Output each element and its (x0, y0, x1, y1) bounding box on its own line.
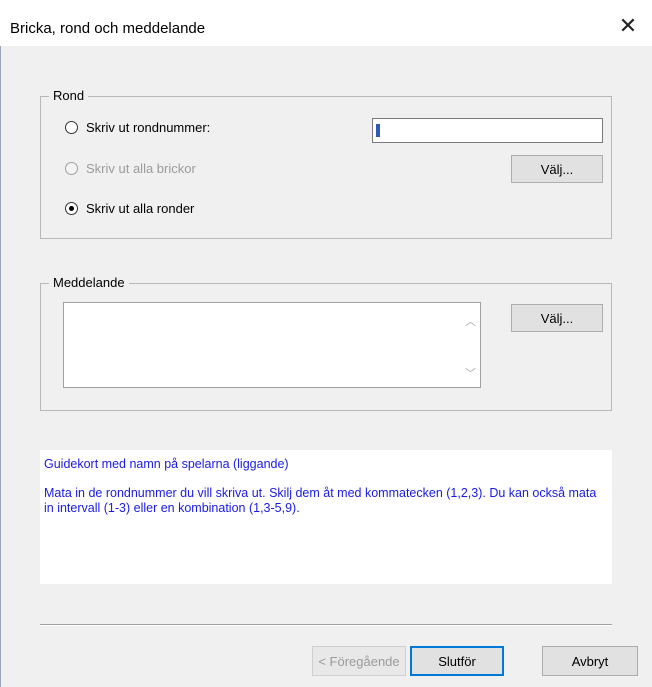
footer-separator-highlight (40, 625, 612, 626)
scroll-down-icon[interactable]: ﹀ (465, 365, 476, 381)
radio-button[interactable] (65, 121, 78, 134)
rond-choose-button[interactable]: Välj... (511, 155, 603, 183)
info-description: Mata in de rondnummer du vill skriva ut.… (44, 486, 597, 515)
info-heading: Guidekort med namn på spelarna (liggande… (44, 457, 289, 471)
meddelande-choose-button[interactable]: Välj... (511, 304, 603, 332)
radio-label: Skriv ut alla brickor (86, 161, 196, 176)
close-icon[interactable]: ✕ (610, 10, 646, 42)
info-panel: Guidekort med namn på spelarna (liggande… (40, 450, 612, 584)
meddelande-group-legend: Meddelande (49, 275, 129, 290)
radio-button[interactable] (65, 202, 78, 215)
radio-skriv-ut-alla-ronder[interactable]: Skriv ut alla ronder (65, 201, 194, 216)
text-caret (376, 124, 380, 137)
rond-group: Rond Skriv ut rondnummer: Skriv ut alla … (40, 88, 612, 239)
radio-button[interactable] (65, 162, 78, 175)
radio-label: Skriv ut rondnummer: (86, 120, 211, 135)
radio-skriv-ut-rondnummer[interactable]: Skriv ut rondnummer: (65, 120, 210, 135)
rond-group-legend: Rond (49, 88, 89, 103)
meddelande-textarea[interactable]: ︿ ﹀ (63, 302, 481, 388)
cancel-button[interactable]: Avbryt (542, 646, 638, 676)
title-bar: Bricka, rond och meddelande ✕ (0, 0, 652, 46)
back-button[interactable]: < Föregående (312, 646, 406, 676)
radio-skriv-ut-alla-brickor[interactable]: Skriv ut alla brickor (65, 161, 196, 176)
window-title: Bricka, rond och meddelande (10, 20, 206, 37)
meddelande-group: Meddelande ︿ ﹀ Välj... (40, 275, 612, 411)
window-left-border (0, 46, 1, 687)
rondnummer-input[interactable] (372, 118, 603, 143)
radio-label: Skriv ut alla ronder (86, 201, 195, 216)
finish-button[interactable]: Slutför (410, 646, 504, 676)
scroll-up-icon[interactable]: ︿ (465, 313, 476, 329)
